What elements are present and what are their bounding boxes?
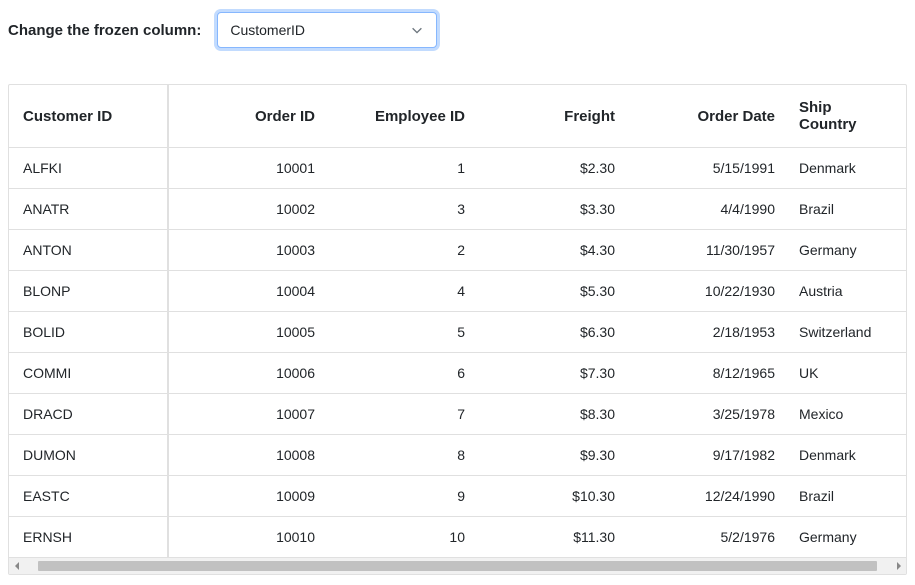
cell-orderDate: 10/22/1930 (629, 271, 789, 311)
scroll-right-arrow-icon[interactable] (889, 558, 906, 575)
column-header-orderDate[interactable]: Order Date (629, 85, 789, 147)
cell-freight: $8.30 (479, 394, 629, 434)
cell-customerId: BLONP (9, 271, 169, 311)
cell-orderId: 10005 (169, 312, 329, 352)
cell-employeeId: 10 (329, 517, 479, 557)
cell-employeeId: 6 (329, 353, 479, 393)
cell-employeeId: 8 (329, 435, 479, 475)
cell-orderDate: 11/30/1957 (629, 230, 789, 270)
cell-orderDate: 3/25/1978 (629, 394, 789, 434)
table-row[interactable]: DRACD100077$8.303/25/1978Mexico (9, 394, 906, 435)
cell-shipCountry: Germany (789, 517, 904, 557)
cell-customerId: ANTON (9, 230, 169, 270)
table-row[interactable]: DUMON100088$9.309/17/1982Denmark (9, 435, 906, 476)
cell-freight: $5.30 (479, 271, 629, 311)
cell-customerId: COMMI (9, 353, 169, 393)
cell-shipCountry: Denmark (789, 435, 904, 475)
cell-orderDate: 4/4/1990 (629, 189, 789, 229)
cell-customerId: DRACD (9, 394, 169, 434)
cell-shipCountry: Germany (789, 230, 904, 270)
cell-orderId: 10002 (169, 189, 329, 229)
cell-customerId: ERNSH (9, 517, 169, 557)
column-header-freight[interactable]: Freight (479, 85, 629, 147)
cell-orderId: 10008 (169, 435, 329, 475)
cell-orderId: 10010 (169, 517, 329, 557)
table-row[interactable]: ANTON100032$4.3011/30/1957Germany (9, 230, 906, 271)
horizontal-scrollbar[interactable] (9, 557, 906, 574)
column-header-employeeId[interactable]: Employee ID (329, 85, 479, 147)
table-row[interactable]: COMMI100066$7.308/12/1965UK (9, 353, 906, 394)
cell-freight: $7.30 (479, 353, 629, 393)
cell-freight: $3.30 (479, 189, 629, 229)
cell-employeeId: 4 (329, 271, 479, 311)
cell-employeeId: 2 (329, 230, 479, 270)
grid-header-row: Customer IDOrder IDEmployee IDFreightOrd… (9, 85, 906, 148)
table-row[interactable]: BOLID100055$6.302/18/1953Switzerland (9, 312, 906, 353)
cell-orderDate: 2/18/1953 (629, 312, 789, 352)
dropdown-selected-value: CustomerID (230, 22, 410, 38)
cell-shipCountry: Austria (789, 271, 904, 311)
cell-orderId: 10004 (169, 271, 329, 311)
cell-orderDate: 5/15/1991 (629, 148, 789, 188)
cell-freight: $11.30 (479, 517, 629, 557)
cell-orderId: 10003 (169, 230, 329, 270)
cell-employeeId: 3 (329, 189, 479, 229)
frozen-column-dropdown[interactable]: CustomerID (217, 12, 437, 48)
cell-orderDate: 9/17/1982 (629, 435, 789, 475)
cell-employeeId: 7 (329, 394, 479, 434)
cell-shipCountry: Brazil (789, 476, 904, 516)
cell-freight: $9.30 (479, 435, 629, 475)
grid-body: ALFKI100011$2.305/15/1991DenmarkANATR100… (9, 148, 906, 557)
cell-employeeId: 9 (329, 476, 479, 516)
cell-customerId: DUMON (9, 435, 169, 475)
cell-employeeId: 1 (329, 148, 479, 188)
table-row[interactable]: ANATR100023$3.304/4/1990Brazil (9, 189, 906, 230)
scroll-left-arrow-icon[interactable] (9, 558, 26, 575)
chevron-down-icon (410, 23, 424, 37)
frozen-column-label: Change the frozen column: (8, 22, 201, 39)
column-header-orderId[interactable]: Order ID (169, 85, 329, 147)
cell-customerId: ALFKI (9, 148, 169, 188)
cell-shipCountry: Denmark (789, 148, 904, 188)
cell-customerId: BOLID (9, 312, 169, 352)
control-row: Change the frozen column: CustomerID (8, 12, 907, 48)
cell-shipCountry: Brazil (789, 189, 904, 229)
scrollbar-track[interactable] (26, 558, 889, 575)
cell-orderId: 10001 (169, 148, 329, 188)
cell-employeeId: 5 (329, 312, 479, 352)
cell-orderDate: 5/2/1976 (629, 517, 789, 557)
cell-orderDate: 8/12/1965 (629, 353, 789, 393)
table-row[interactable]: ERNSH1001010$11.305/2/1976Germany (9, 517, 906, 557)
cell-shipCountry: UK (789, 353, 904, 393)
column-header-shipCountry[interactable]: Ship Country (789, 85, 904, 147)
table-row[interactable]: BLONP100044$5.3010/22/1930Austria (9, 271, 906, 312)
cell-shipCountry: Mexico (789, 394, 904, 434)
scrollbar-thumb[interactable] (38, 561, 877, 571)
cell-orderId: 10007 (169, 394, 329, 434)
cell-orderId: 10006 (169, 353, 329, 393)
cell-freight: $6.30 (479, 312, 629, 352)
cell-freight: $4.30 (479, 230, 629, 270)
column-header-customerId[interactable]: Customer ID (9, 85, 169, 147)
data-grid: Customer IDOrder IDEmployee IDFreightOrd… (8, 84, 907, 575)
cell-customerId: EASTC (9, 476, 169, 516)
cell-shipCountry: Switzerland (789, 312, 904, 352)
cell-freight: $2.30 (479, 148, 629, 188)
table-row[interactable]: EASTC100099$10.3012/24/1990Brazil (9, 476, 906, 517)
cell-orderDate: 12/24/1990 (629, 476, 789, 516)
cell-customerId: ANATR (9, 189, 169, 229)
table-row[interactable]: ALFKI100011$2.305/15/1991Denmark (9, 148, 906, 189)
cell-orderId: 10009 (169, 476, 329, 516)
cell-freight: $10.30 (479, 476, 629, 516)
